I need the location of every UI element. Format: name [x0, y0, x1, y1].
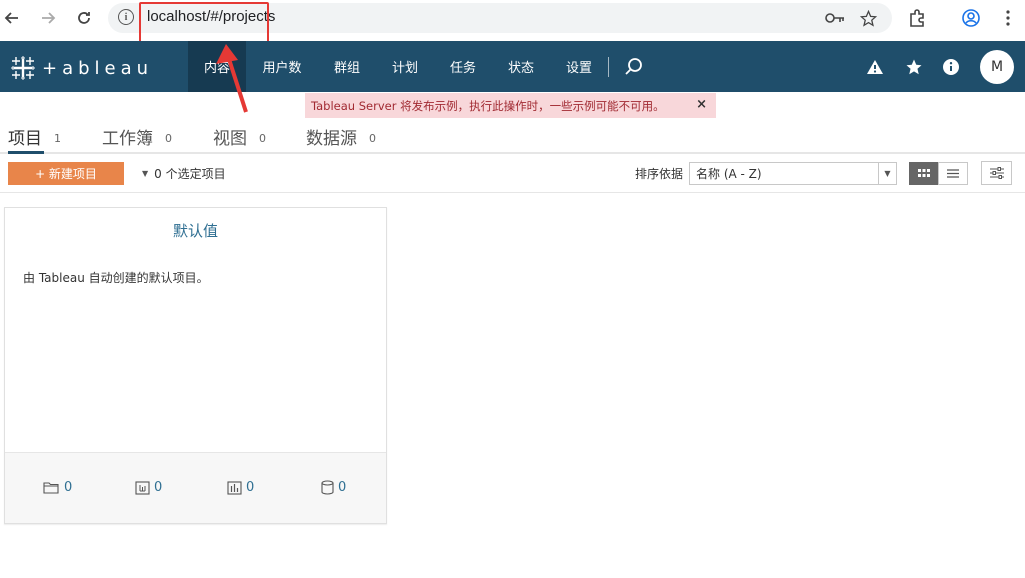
nav-item-label: 计划 [391, 61, 418, 76]
profile-icon[interactable] [961, 8, 981, 28]
list-icon [947, 169, 959, 178]
project-title[interactable]: 默认值 [5, 220, 386, 241]
workbook-icon [135, 480, 150, 495]
nav-item-label: 用户数 [262, 61, 302, 76]
stat-value: 0 [154, 480, 163, 495]
tab-projects[interactable]: 项目 1 [8, 118, 61, 154]
stat-value: 0 [64, 480, 73, 495]
content-tabs: 项目 1 工作簿 0 视图 0 数据源 0 [0, 118, 1025, 154]
tab-count: 0 [369, 131, 376, 145]
caret-down-icon: ▼ [878, 163, 896, 184]
top-navigation: +ableau 内容 用户数 群组 计划 任务 状态 设置 M [0, 41, 1025, 92]
reload-icon[interactable] [74, 8, 94, 28]
content-toolbar: + 新建项目 ▼ 0 个选定项目 排序依据 名称 (A - Z) ▼ [0, 155, 1025, 193]
tab-label: 项目 [8, 128, 42, 149]
caret-down-icon: ▼ [142, 169, 149, 178]
sort-select-value: 名称 (A - Z) [696, 167, 762, 181]
project-card-footer: 0 0 0 0 [5, 452, 386, 523]
close-icon[interactable]: × [696, 97, 707, 112]
nav-item-schedules[interactable]: 计划 [380, 41, 430, 92]
selected-items-label: 0 个选定项目 [154, 167, 226, 181]
nav-item-settings[interactable]: 设置 [554, 41, 604, 92]
project-card[interactable]: 默认值 由 Tableau 自动创建的默认项目。 0 0 0 0 [4, 207, 387, 524]
key-icon[interactable] [825, 8, 845, 28]
list-view-button[interactable] [938, 162, 968, 185]
help-info-icon[interactable] [940, 56, 962, 78]
active-tab-indicator [8, 151, 44, 154]
nav-item-status[interactable]: 状态 [496, 41, 546, 92]
view-count[interactable]: 0 [227, 480, 254, 495]
annotation-arrow [216, 44, 248, 113]
logo-text: +ableau [42, 57, 154, 79]
tableau-logo[interactable]: +ableau [10, 55, 153, 81]
back-arrow-icon[interactable] [2, 8, 22, 28]
user-avatar[interactable]: M [980, 50, 1014, 84]
datasource-count[interactable]: 0 [321, 480, 346, 495]
nav-item-groups[interactable]: 群组 [322, 41, 372, 92]
tab-count: 0 [165, 131, 172, 145]
filter-button[interactable] [981, 161, 1012, 185]
kebab-menu-icon[interactable] [998, 8, 1018, 28]
alert-icon[interactable] [864, 56, 886, 78]
folder-icon [43, 482, 59, 494]
tab-label: 视图 [213, 128, 247, 149]
stat-value: 0 [246, 480, 255, 495]
workbook-count[interactable]: 0 [135, 480, 162, 495]
selected-items-menu[interactable]: ▼ 0 个选定项目 [142, 165, 226, 182]
tab-views[interactable]: 视图 0 [213, 118, 266, 154]
sort-select[interactable]: 名称 (A - Z) ▼ [689, 162, 897, 185]
tab-label: 数据源 [306, 128, 357, 149]
tab-count: 0 [259, 131, 266, 145]
sort-label: 排序依据 [635, 167, 684, 181]
tab-datasources[interactable]: 数据源 0 [306, 118, 376, 154]
nav-item-label: 设置 [565, 61, 592, 76]
search-icon[interactable] [623, 56, 645, 78]
favorites-star-icon[interactable] [903, 56, 925, 78]
nav-item-label: 群组 [333, 61, 360, 76]
info-icon[interactable]: i [118, 9, 134, 25]
banner-text: Tableau Server 将发布示例，执行此操作时，一些示例可能不可用。 [311, 98, 665, 113]
sliders-icon [989, 167, 1004, 179]
extensions-icon[interactable] [907, 8, 927, 28]
view-icon [227, 480, 242, 495]
star-icon[interactable] [858, 8, 878, 28]
nav-item-label: 任务 [449, 61, 476, 76]
stat-value: 0 [338, 480, 347, 495]
tableau-logo-icon [11, 56, 35, 80]
nav-item-tasks[interactable]: 任务 [438, 41, 488, 92]
grid-icon [918, 169, 930, 177]
grid-view-button[interactable] [909, 162, 939, 185]
nav-separator [608, 57, 609, 77]
tab-count: 1 [54, 131, 61, 145]
notification-banner: Tableau Server 将发布示例，执行此操作时，一些示例可能不可用。 × [305, 93, 716, 118]
project-description: 由 Tableau 自动创建的默认项目。 [23, 271, 209, 285]
datasource-icon [321, 480, 334, 495]
nav-item-label: 状态 [507, 61, 534, 76]
forward-arrow-icon[interactable] [38, 8, 58, 28]
tab-workbooks[interactable]: 工作簿 0 [102, 118, 172, 154]
folder-count[interactable]: 0 [43, 480, 72, 495]
new-project-button[interactable]: + 新建项目 [8, 162, 124, 185]
tab-label: 工作簿 [102, 128, 153, 149]
